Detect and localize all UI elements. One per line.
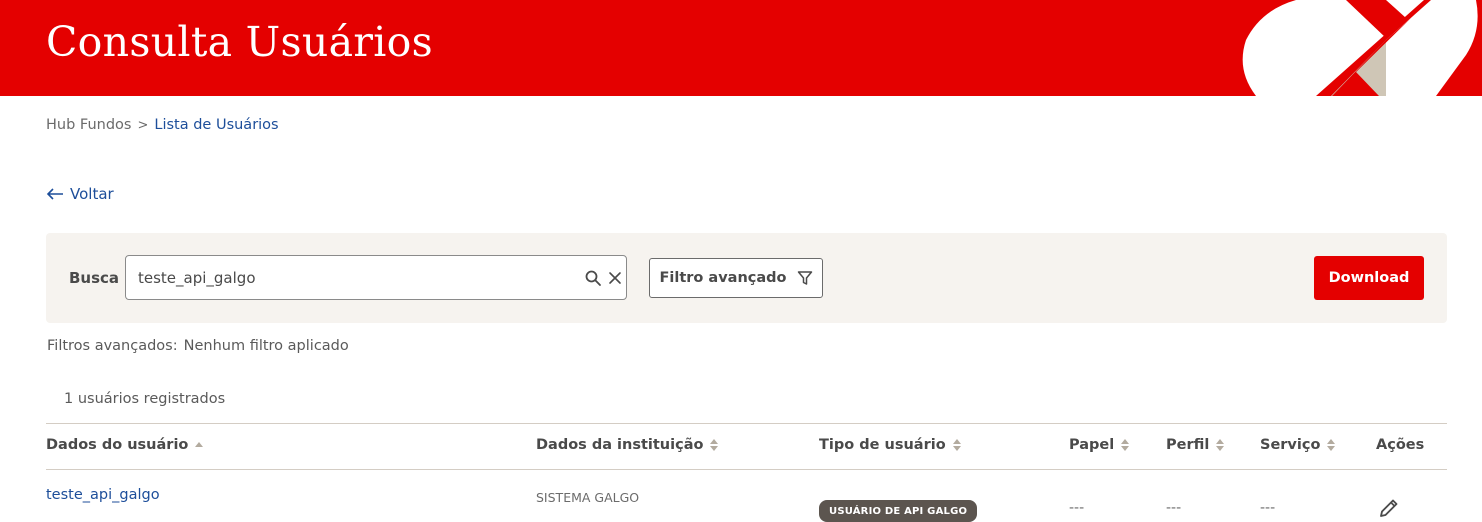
close-icon[interactable] (606, 269, 624, 287)
back-label: Voltar (70, 185, 114, 203)
sort-icon (709, 438, 719, 452)
arrow-left-icon (46, 188, 63, 200)
user-name-link[interactable]: teste_api_galgo (46, 487, 160, 503)
sort-icon (952, 438, 962, 452)
users-count: 1 usuários registrados (64, 391, 226, 407)
column-header-actions: Ações (1376, 437, 1425, 453)
applied-filters-value: Nenhum filtro aplicado (183, 338, 349, 354)
applied-filters-label: Filtros avançados: (47, 338, 178, 354)
search-panel: Busca Filtro avançado Download (46, 233, 1447, 323)
page-title: Consulta Usuários (46, 18, 433, 66)
breadcrumb-current[interactable]: Lista de Usuários (154, 117, 278, 133)
column-header-institution[interactable]: Dados da instituição (536, 437, 719, 453)
search-field[interactable] (125, 255, 627, 300)
advanced-filter-label: Filtro avançado (659, 270, 787, 286)
column-header-profile[interactable]: Perfil (1166, 437, 1225, 453)
sort-ascending-icon (194, 438, 204, 452)
column-header-service[interactable]: Serviço (1260, 437, 1336, 453)
table-top-divider (46, 423, 1447, 424)
brand-logo (1242, 0, 1478, 96)
breadcrumb-root[interactable]: Hub Fundos (46, 117, 131, 133)
table-header-divider (46, 469, 1447, 470)
advanced-filter-button[interactable]: Filtro avançado (649, 258, 823, 298)
applied-filters: Filtros avançados: Nenhum filtro aplicado (47, 338, 349, 354)
search-icon[interactable] (584, 269, 602, 287)
filter-icon (797, 271, 812, 285)
service-value: --- (1260, 500, 1276, 516)
user-type-badge: USUÁRIO DE API GALGO (819, 500, 978, 522)
search-label: Busca (69, 269, 120, 287)
column-header-user[interactable]: Dados do usuário (46, 437, 204, 453)
breadcrumb: Hub Fundos > Lista de Usuários (46, 117, 279, 133)
column-header-role[interactable]: Papel (1069, 437, 1130, 453)
download-button[interactable]: Download (1314, 256, 1424, 300)
breadcrumb-separator: > (137, 117, 149, 133)
back-link[interactable]: Voltar (46, 185, 114, 203)
page-header: Consulta Usuários (0, 0, 1482, 96)
role-value: --- (1069, 500, 1085, 516)
sort-icon (1326, 438, 1336, 452)
pencil-icon[interactable] (1377, 496, 1401, 520)
profile-value: --- (1166, 500, 1182, 516)
column-header-type[interactable]: Tipo de usuário (819, 437, 962, 453)
sort-icon (1120, 438, 1130, 452)
search-input[interactable] (138, 266, 568, 290)
sort-icon (1215, 438, 1225, 452)
institution-name: SISTEMA GALGO (536, 490, 640, 505)
